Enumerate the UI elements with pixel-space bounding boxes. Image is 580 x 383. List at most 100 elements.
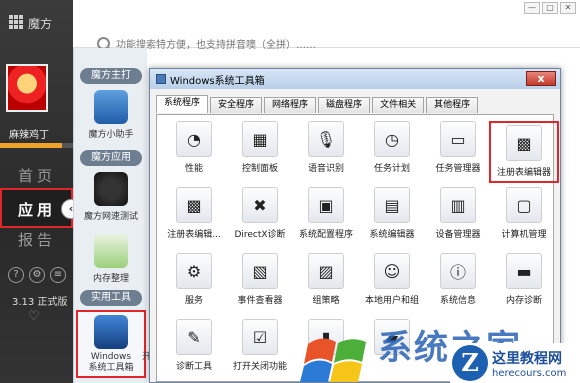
level-progress (0, 143, 73, 148)
program-item[interactable]: ✖ DirectX诊断 (225, 187, 295, 240)
tab-other[interactable]: 其他程序 (426, 97, 479, 113)
assistant-icon (94, 90, 128, 124)
program-item[interactable]: ▤ 系统编辑器 (357, 187, 427, 240)
tab-disk[interactable]: 磁盘程序 (318, 97, 371, 113)
program-item[interactable]: ▩ 注册表编辑器 (489, 121, 559, 183)
program-label: 系统信息 (439, 296, 476, 306)
program-item[interactable]: ▣ 系统配置程序 (291, 187, 361, 240)
app-title-area: 魔方 (0, 0, 73, 48)
gear-icon[interactable]: ⚙ (29, 267, 45, 283)
control-panel-icon: ▦ (242, 121, 278, 157)
program-label: 语音识别 (307, 164, 344, 174)
program-label: 本地用户和组 (364, 296, 419, 306)
users-icon: ☺ (374, 253, 410, 289)
tab-security[interactable]: 安全程序 (210, 97, 263, 113)
site-text: 这里教程网 herecours.com (492, 348, 566, 379)
tool-label: 魔方网速测试 (83, 212, 138, 222)
program-item[interactable]: ▬ 内存诊断 (489, 253, 559, 306)
device-icon: ▥ (440, 187, 476, 223)
tab-bar: 系统程序 安全程序 网络程序 磁盘程序 文件相关 其他程序 (156, 95, 479, 113)
username: 麻辣鸡丁 (9, 130, 49, 141)
program-item[interactable]: ▥ 设备管理器 (423, 187, 493, 240)
program-label: 系统配置程序 (298, 230, 353, 240)
program-label: 系统编辑器 (369, 230, 415, 240)
program-label: 组策略 (312, 296, 340, 306)
dialog-title: Windows系统工具箱 (170, 75, 265, 87)
program-label: 控制面板 (241, 164, 278, 174)
help-icon[interactable]: ? (8, 267, 24, 283)
speedometer-icon (94, 172, 128, 206)
program-item[interactable]: ⓘ 系统信息 (423, 253, 493, 306)
directx-icon: ✖ (242, 187, 278, 223)
memory-cleanup-icon (94, 234, 128, 268)
section-tools: 实用工具 (80, 290, 142, 306)
window-controls: — ▢ ✕ (524, 2, 576, 14)
program-item[interactable]: ▦ 控制面板 (225, 121, 295, 174)
tool-assistant[interactable]: 魔方小助手 (79, 90, 143, 140)
tool-label: Windows 系统工具箱 (88, 352, 134, 373)
program-label: 任务计划 (373, 164, 410, 174)
menu-icon[interactable]: ≡ (50, 267, 66, 283)
registry-icon: ▩ (176, 187, 212, 223)
program-item[interactable]: ☺ 本地用户和组 (357, 253, 427, 306)
tool-memory[interactable]: 内存整理 (79, 234, 143, 284)
program-item[interactable]: ☑ 打开关闭功能 (225, 319, 295, 372)
tool-column: 魔方主打 魔方小助手 魔方应用 魔方网速测试 内存整理 实用工具 Windows… (73, 48, 147, 383)
close-icon[interactable]: ✕ (560, 2, 576, 14)
program-item[interactable]: 🎙 语音识别 (291, 121, 361, 174)
nav-report[interactable]: 报告 (0, 220, 73, 260)
clock-icon: ◷ (374, 121, 410, 157)
tool-speedtest[interactable]: 魔方网速测试 (79, 172, 143, 222)
program-item[interactable]: ◔ 性能 (159, 121, 229, 174)
program-item[interactable]: ◷ 任务计划 (357, 121, 427, 174)
left-sidebar: 魔方 麻辣鸡丁 首页 应用 ‹ 报告 ? ⚙ ≡ 3.13 正式版 ♡ (0, 0, 81, 383)
section-apps: 魔方应用 (80, 150, 142, 166)
info-icon: ⓘ (440, 253, 476, 289)
z-logo-icon: Z (452, 345, 488, 381)
site-name: 这里教程网 (492, 350, 562, 367)
memory-icon: ▬ (506, 253, 542, 289)
event-icon: ▧ (242, 253, 278, 289)
avatar[interactable] (6, 64, 48, 112)
tab-system[interactable]: 系统程序 (156, 95, 209, 113)
program-label: 诊断工具 (175, 362, 212, 372)
tab-files[interactable]: 文件相关 (372, 97, 425, 113)
program-label: 服务 (184, 296, 203, 306)
site-badge: Z 这里教程网 herecours.com (450, 343, 580, 383)
version-label: 3.13 正式版 (12, 297, 68, 308)
close-button[interactable]: x (526, 71, 556, 86)
tab-network[interactable]: 网络程序 (264, 97, 317, 113)
tool-windows-toolbox[interactable]: Windows 系统工具箱 (76, 310, 146, 378)
program-item[interactable]: ✎ 诊断工具 (159, 319, 229, 372)
program-item[interactable]: ▢ 计算机管理 (489, 187, 559, 240)
program-item[interactable]: ⚙ 服务 (159, 253, 229, 306)
policy-icon: ▨ (308, 253, 344, 289)
site-url: herecours.com (492, 367, 567, 379)
tool-label: 内存整理 (92, 274, 129, 284)
heart-icon[interactable]: ♡ (28, 309, 40, 324)
program-item[interactable]: ▨ 组策略 (291, 253, 361, 306)
windows-logo-watermark (300, 338, 366, 382)
program-label: 事件查看器 (237, 296, 283, 306)
top-bar: 功能搜索特方便，也支持拼音噢（全拼）…… — ▢ ✕ (73, 0, 580, 51)
gear-icon: ⚙ (176, 253, 212, 289)
program-label: 注册表编辑器 (496, 168, 551, 178)
minimize-icon[interactable]: — (524, 2, 540, 14)
features-icon: ☑ (242, 319, 278, 355)
program-item[interactable]: ▧ 事件查看器 (225, 253, 295, 306)
program-label: 设备管理器 (435, 230, 481, 240)
speech-icon: 🎙 (308, 121, 344, 157)
restore-icon[interactable]: ▢ (542, 2, 558, 14)
search-input[interactable]: 功能搜索特方便，也支持拼音噢（全拼）…… (97, 32, 477, 54)
computer-icon: ▢ (506, 187, 542, 223)
monitor-icon: ▭ (440, 121, 476, 157)
program-label: 内存诊断 (505, 296, 542, 306)
app-grid-icon[interactable] (9, 15, 23, 29)
program-label: 打开关闭功能 (232, 362, 287, 372)
program-item[interactable]: ▩ 注册表编辑... (159, 187, 229, 240)
windows-toolbox-icon (94, 315, 128, 349)
tool-label: 魔方小助手 (88, 130, 134, 140)
program-item[interactable]: ▭ 任务管理器 (423, 121, 493, 174)
level-progress-fill (0, 143, 63, 148)
dialog-titlebar[interactable]: Windows系统工具箱 x (150, 69, 560, 89)
